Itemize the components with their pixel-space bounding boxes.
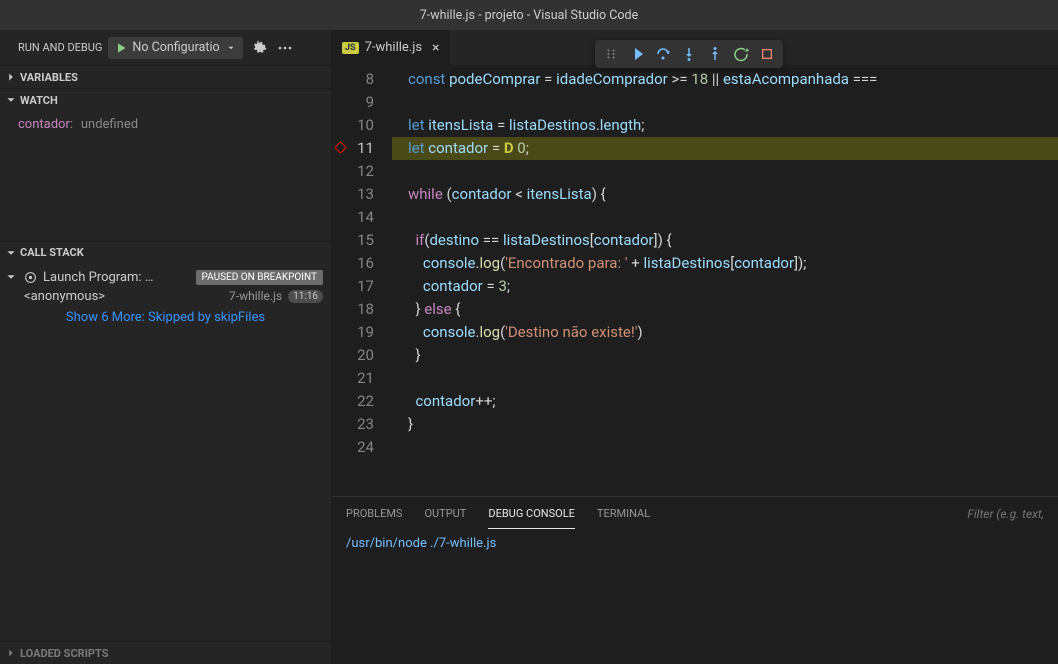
sidebar-title: RUN AND DEBUG <box>8 41 102 54</box>
step-out-button[interactable] <box>703 42 727 66</box>
callstack-frame[interactable]: <anonymous> 7-whille.js 11:16 <box>0 287 331 306</box>
callstack-section-header[interactable]: CALL STACK <box>0 242 331 264</box>
window-titlebar: 7-whille.js - projeto - Visual Studio Co… <box>0 0 1058 30</box>
tab-filename: 7-whille.js <box>365 40 422 55</box>
variables-section-header[interactable]: VARIABLES <box>0 66 331 88</box>
chevron-down-icon <box>4 270 18 284</box>
play-icon <box>115 42 127 54</box>
skipfiles-link[interactable]: Show 6 More: Skipped by skipFiles <box>0 306 331 329</box>
restart-button[interactable] <box>729 42 753 66</box>
frame-file: 7-whille.js <box>229 289 282 303</box>
step-over-button[interactable] <box>651 42 675 66</box>
chevron-right-icon <box>4 70 18 84</box>
code-editor[interactable]: 89101112131415161718192021222324 const p… <box>332 65 1058 496</box>
run-debug-sidebar: RUN AND DEBUG No Configuratio VARIABLES <box>0 30 332 664</box>
bottom-panel: PROBLEMS OUTPUT DEBUG CONSOLE TERMINAL F… <box>332 496 1058 664</box>
window-title: 7-whille.js - projeto - Visual Studio Co… <box>420 8 638 23</box>
debug-toolbar[interactable] <box>595 40 783 68</box>
stop-button[interactable] <box>755 42 779 66</box>
tab-terminal[interactable]: TERMINAL <box>597 499 650 528</box>
chevron-down-icon <box>4 93 18 107</box>
chevron-down-icon <box>4 246 18 260</box>
gear-icon[interactable] <box>249 38 269 58</box>
loaded-scripts-header[interactable]: LOADED SCRIPTS <box>0 642 331 664</box>
ellipsis-icon[interactable] <box>275 38 295 58</box>
continue-button[interactable] <box>625 42 649 66</box>
launch-config-dropdown[interactable]: No Configuratio <box>108 37 243 59</box>
tab-problems[interactable]: PROBLEMS <box>346 499 402 528</box>
chevron-right-icon <box>4 646 18 660</box>
chevron-down-icon <box>226 43 236 53</box>
paused-badge: PAUSED ON BREAKPOINT <box>196 270 323 285</box>
tab-output[interactable]: OUTPUT <box>424 499 466 528</box>
watch-item[interactable]: contador: undefined <box>0 115 331 134</box>
program-name: Launch Program: … <box>43 270 154 285</box>
watch-var-name: contador <box>18 117 70 132</box>
variables-label: VARIABLES <box>20 71 78 84</box>
editor-area: JS 7-whille.js × 89101112131415161718192… <box>332 30 1058 664</box>
bug-icon <box>24 271 37 284</box>
drag-handle-icon[interactable] <box>599 42 623 66</box>
tab-file[interactable]: JS 7-whille.js × <box>332 30 451 65</box>
console-output-line: /usr/bin/node ./7-whille.js <box>346 536 1044 551</box>
frame-name: <anonymous> <box>24 289 105 304</box>
config-label: No Configuratio <box>132 40 219 55</box>
loaded-scripts-label: LOADED SCRIPTS <box>20 647 109 660</box>
watch-label: WATCH <box>20 94 58 107</box>
watch-section-header[interactable]: WATCH <box>0 89 331 111</box>
js-icon: JS <box>342 42 359 54</box>
callstack-label: CALL STACK <box>20 246 84 259</box>
frame-position: 11:16 <box>288 290 323 303</box>
tab-debug-console[interactable]: DEBUG CONSOLE <box>488 499 575 529</box>
callstack-thread[interactable]: Launch Program: … PAUSED ON BREAKPOINT <box>0 268 331 287</box>
filter-input[interactable]: Filter (e.g. text, <box>967 507 1044 521</box>
close-icon[interactable]: × <box>432 40 439 56</box>
watch-var-value: undefined <box>81 117 138 132</box>
step-into-button[interactable] <box>677 42 701 66</box>
